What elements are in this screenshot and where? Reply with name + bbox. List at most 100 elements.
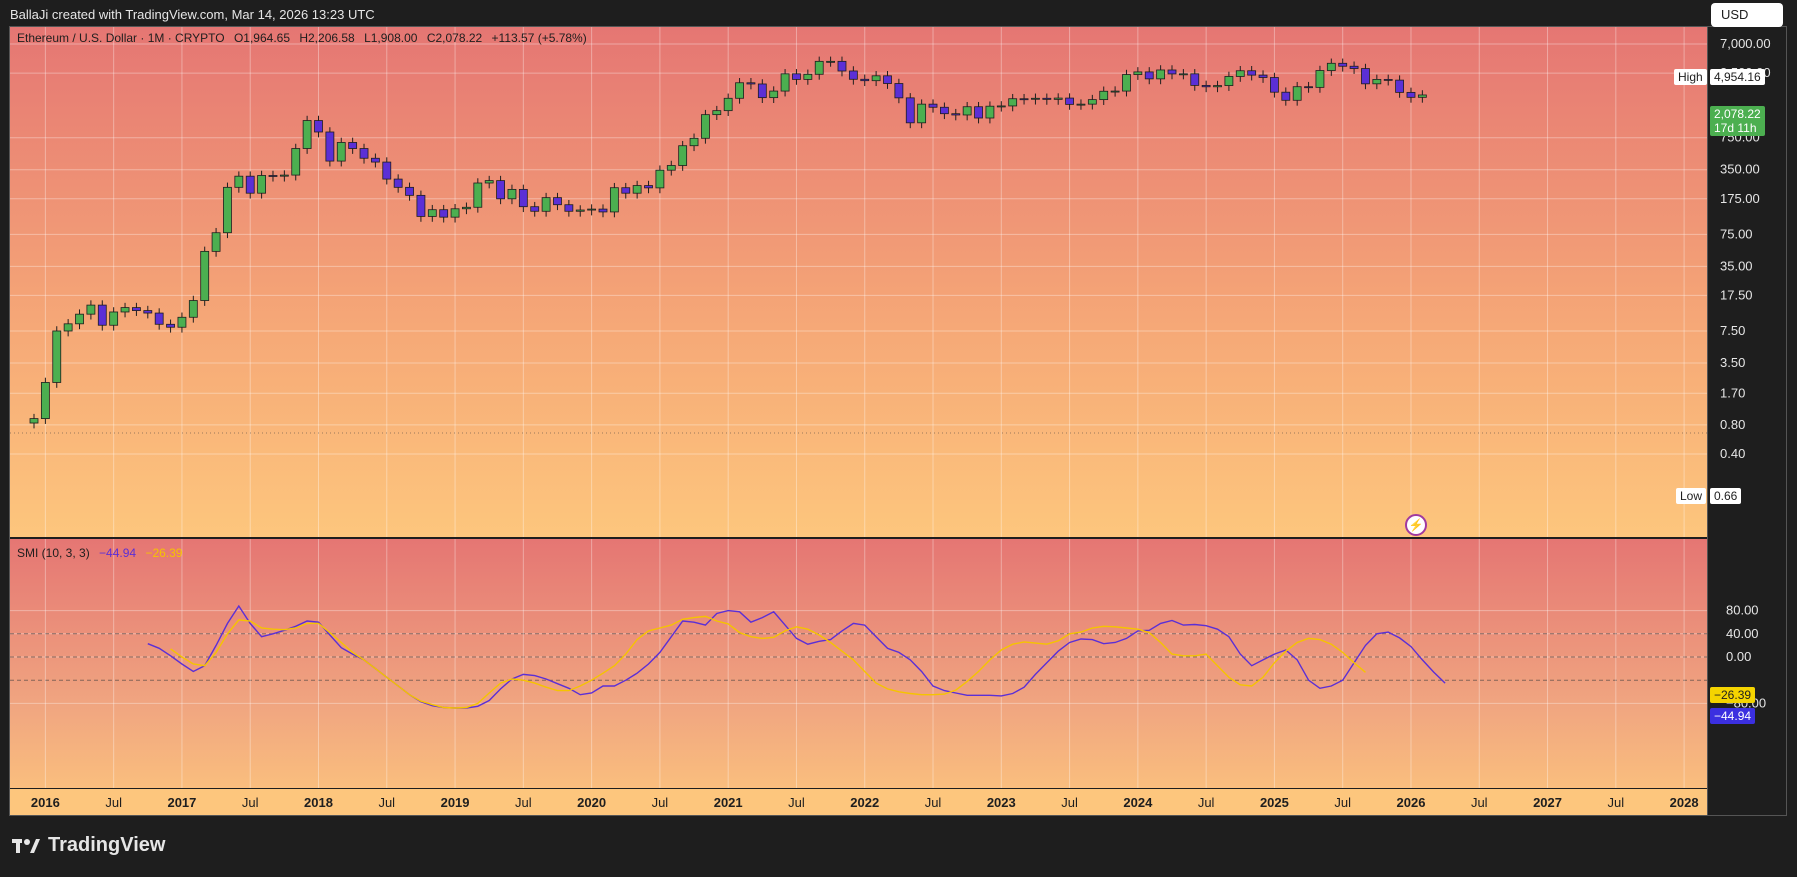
candle-body	[63, 323, 73, 332]
candle	[746, 77, 756, 90]
candle-body	[234, 175, 244, 188]
candlestick-chart[interactable]	[10, 27, 1707, 537]
candle-body	[678, 145, 688, 166]
candle	[905, 93, 915, 129]
price-tick-label: 0.80	[1720, 417, 1745, 432]
candle	[962, 101, 972, 121]
candle	[1087, 94, 1097, 110]
candle-body	[75, 313, 84, 325]
smi-tick-label: 40.00	[1726, 626, 1759, 641]
candle	[1042, 93, 1052, 105]
candle-body	[109, 311, 119, 326]
candle	[484, 175, 494, 189]
candle	[689, 133, 699, 152]
candle	[1338, 58, 1348, 72]
time-tick-label: 2018	[304, 795, 333, 810]
price-tick-label: 1.70	[1720, 385, 1745, 400]
candle-body	[1008, 98, 1018, 107]
time-tick-label: 2017	[167, 795, 196, 810]
candle-body	[518, 188, 528, 208]
time-tick-label: Jul	[242, 795, 259, 810]
candle	[712, 105, 722, 121]
candle-body	[1247, 70, 1257, 76]
time-tick-label: Jul	[515, 795, 532, 810]
candle	[496, 175, 505, 205]
change-value: +113.57 (+5.78%)	[491, 31, 587, 45]
candle-body	[257, 175, 267, 194]
tradingview-logo[interactable]: TradingView	[12, 834, 165, 857]
candle	[52, 326, 62, 388]
low-label: Low	[1676, 488, 1707, 504]
candle-body	[120, 307, 130, 313]
candle	[291, 143, 301, 181]
candle	[450, 204, 460, 223]
candle	[1019, 93, 1029, 105]
candle-body	[746, 82, 756, 85]
candle-body	[985, 105, 995, 119]
candle-body	[1224, 76, 1234, 86]
time-tick-label: Jul	[1471, 795, 1488, 810]
candle	[336, 137, 346, 167]
symbol-name: Ethereum / U.S. Dollar · 1M · CRYPTO	[17, 31, 225, 45]
time-tick-label: 2016	[31, 795, 60, 810]
candle	[678, 140, 688, 171]
candle-body	[211, 232, 221, 252]
price-pane[interactable]: Ethereum / U.S. Dollar · 1M · CRYPTO O1,…	[10, 27, 1707, 537]
candle	[1065, 93, 1074, 110]
time-tick-label: Jul	[788, 795, 805, 810]
candle-body	[439, 209, 449, 218]
smi-chart[interactable]	[10, 539, 1707, 789]
candle-body	[1406, 91, 1416, 98]
candle	[1201, 80, 1211, 93]
candle-body	[1133, 71, 1143, 75]
candle	[609, 182, 619, 218]
candle	[1156, 65, 1166, 85]
smi-value: −44.94	[99, 546, 137, 560]
currency-selector[interactable]: USD	[1711, 3, 1783, 27]
candle-body	[200, 250, 210, 301]
candle	[701, 109, 710, 144]
candle-body	[427, 209, 437, 217]
candle	[1315, 65, 1325, 93]
candle	[1372, 74, 1382, 90]
candle	[553, 192, 562, 211]
candle	[826, 56, 835, 67]
candle-body	[1201, 85, 1211, 88]
candle-body	[621, 187, 631, 194]
candle	[245, 171, 255, 199]
candle-body	[1065, 97, 1074, 105]
candle-body	[393, 178, 403, 188]
candle	[928, 99, 938, 113]
close-value: C2,078.22	[426, 31, 483, 45]
candle	[370, 153, 380, 168]
time-axis[interactable]: 2016 Jul 2017 Jul 2018 Jul 2019 Jul 2020 Jul 2021 J…	[10, 788, 1707, 815]
candle-body	[1019, 98, 1029, 101]
brand-name: TradingView	[48, 834, 166, 856]
candle-body	[359, 148, 369, 159]
candle	[75, 309, 84, 330]
candle	[405, 182, 414, 201]
smi-legend: SMI (10, 3, 3) −44.94 −26.39	[17, 546, 188, 560]
candle	[302, 115, 312, 154]
candle-body	[268, 175, 278, 177]
candle-body	[871, 75, 881, 82]
candle	[951, 108, 961, 121]
candle	[541, 192, 551, 217]
time-tick-label: Jul	[105, 795, 122, 810]
candle	[860, 74, 870, 87]
smi-pane[interactable]: SMI (10, 3, 3) −44.94 −26.39	[10, 539, 1707, 815]
candle	[940, 102, 949, 120]
candle	[735, 77, 744, 104]
candle	[1270, 72, 1279, 98]
candle-body	[325, 131, 335, 162]
candle	[1224, 71, 1234, 91]
candle-body	[814, 60, 824, 75]
price-tick-label: 75.00	[1720, 226, 1753, 241]
time-tick-label: 2022	[850, 795, 879, 810]
candle-body	[940, 106, 949, 115]
replay-icon[interactable]: ⚡	[1405, 514, 1427, 536]
candle	[1395, 75, 1404, 98]
candle	[154, 308, 164, 330]
candle-body	[712, 110, 722, 116]
candle	[234, 171, 244, 193]
